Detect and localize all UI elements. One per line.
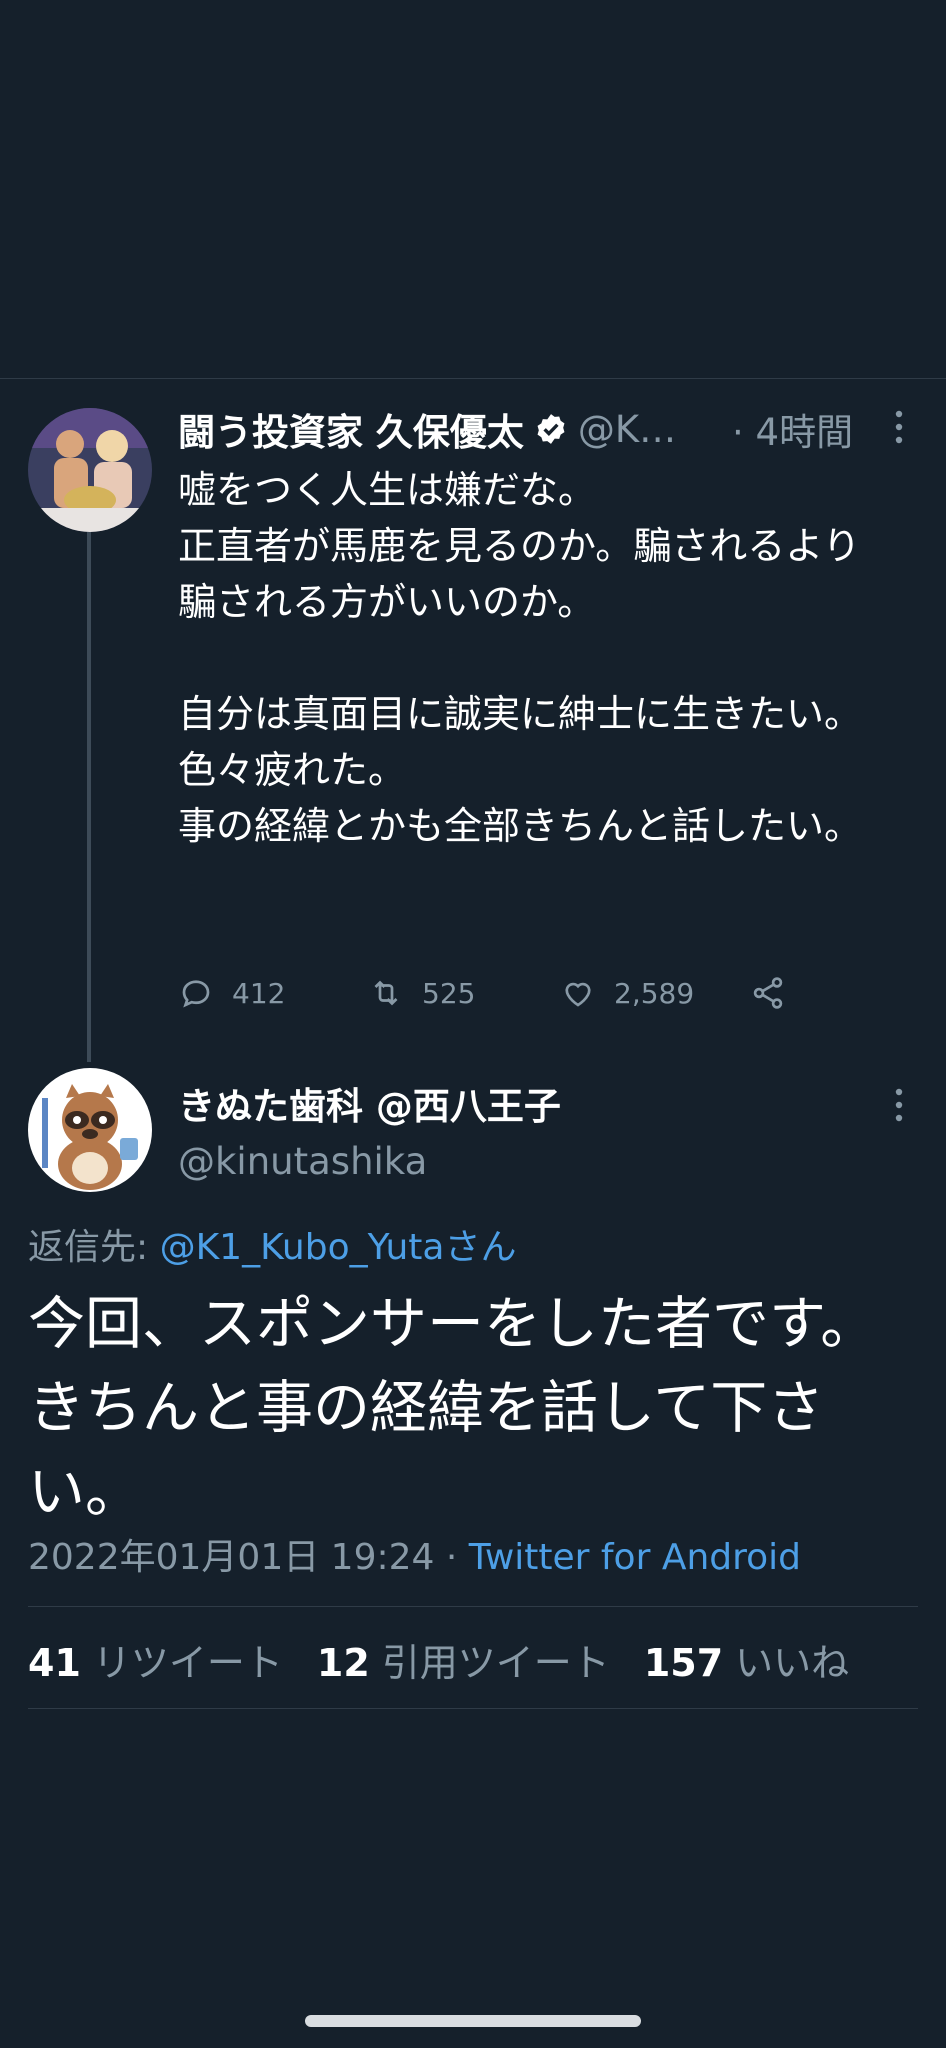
reply-to-line: 返信先: @K1_Kubo_Yutaさん (28, 1218, 516, 1270)
user-handle[interactable]: @K… (578, 408, 676, 451)
more-vertical-icon[interactable] (894, 1088, 904, 1122)
tweet-text: 嘘をつく人生は嫌だな。 正直者が馬鹿を見るのか。騙されるより騙される方がいいのか… (178, 468, 863, 848)
like-count: 2,589 (614, 976, 695, 1010)
quote-stat-count: 12 (316, 1641, 370, 1685)
user-avatar-kubo[interactable] (28, 408, 152, 532)
home-indicator[interactable] (305, 2015, 641, 2027)
heart-icon (565, 982, 591, 1007)
avatar-photo (28, 408, 152, 532)
retweet-action[interactable]: 525 (368, 968, 475, 1018)
like-stat[interactable]: 157 いいね (644, 1632, 849, 1687)
share-icon (753, 977, 783, 1009)
retweet-stat[interactable]: 41 リツイート (28, 1632, 283, 1687)
reply-user-handle[interactable]: @kinutashika (178, 1140, 427, 1183)
retweet-icon (374, 980, 398, 1006)
quote-stat-label: 引用ツイート (381, 1641, 610, 1685)
like-stat-label: いいね (735, 1641, 850, 1685)
divider (28, 1606, 918, 1607)
tweet-header: 闘う投資家 久保優太 @K… (178, 402, 676, 456)
user-avatar-kinuta[interactable] (28, 1068, 152, 1192)
meta-separator: · (434, 1537, 469, 1578)
share-action[interactable] (750, 968, 786, 1018)
verified-badge-icon (534, 412, 568, 446)
retweet-count: 525 (422, 976, 476, 1010)
display-name[interactable]: 闘う投資家 久保優太 (178, 402, 524, 456)
tweet-actions: 412 525 2,589 (178, 968, 818, 1018)
avatar-illustration (28, 1068, 152, 1192)
tweet-meta: 2022年01月01日 19:24 · Twitter for Android (28, 1528, 801, 1580)
reply-to-user-link[interactable]: @K1_Kubo_Yutaさん (160, 1227, 517, 1268)
comment-icon (182, 980, 210, 1008)
timestamp[interactable]: 2022年01月01日 19:24 (28, 1537, 434, 1578)
quote-stat[interactable]: 12 引用ツイート (317, 1632, 610, 1687)
more-vertical-icon[interactable] (894, 410, 904, 444)
top-divider (0, 378, 946, 379)
engagement-stats: 41 リツイート 12 引用ツイート 157 いいね (28, 1632, 869, 1687)
reply-to-prefix: 返信先: (28, 1227, 160, 1268)
thread-connector-line (87, 532, 91, 1062)
tweet-time[interactable]: · 4時間 (732, 402, 853, 456)
divider (28, 1708, 918, 1709)
retweet-stat-label: リツイート (92, 1641, 283, 1685)
source-link[interactable]: Twitter for Android (469, 1537, 801, 1578)
reply-text: 今回、スポンサーをした者です。きちんと事の経緯を話して下さい。 (28, 1291, 878, 1525)
reply-count: 412 (232, 976, 286, 1010)
like-stat-count: 157 (643, 1641, 724, 1685)
reply-action[interactable]: 412 (178, 968, 285, 1018)
reply-display-name[interactable]: きぬた歯科 @西八王子 (178, 1076, 561, 1130)
retweet-stat-count: 41 (28, 1641, 81, 1685)
like-action[interactable]: 2,589 (560, 968, 694, 1018)
